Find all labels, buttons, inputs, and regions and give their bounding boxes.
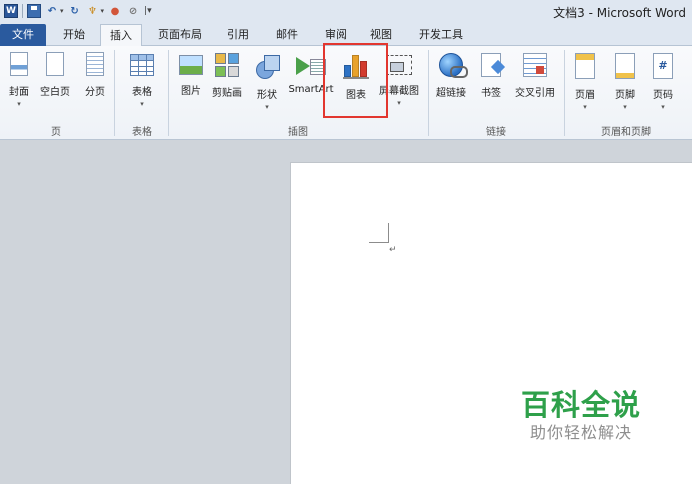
margin-crop-mark xyxy=(369,223,389,243)
window-title: 文档3 - Microsoft Word xyxy=(553,6,686,20)
tab-developer[interactable]: 开发工具 xyxy=(412,24,470,46)
cover-label: 封面 xyxy=(9,87,29,98)
tab-insert[interactable]: 插入 xyxy=(100,24,142,47)
blank-page-label: 空白页 xyxy=(40,87,70,98)
page-number-dropdown-icon: ▾ xyxy=(661,103,665,111)
undo-dropdown-icon[interactable]: ▾ xyxy=(60,7,64,15)
page-break-label: 分页 xyxy=(85,87,105,98)
tab-home[interactable]: 开始 xyxy=(56,24,92,46)
page-number-button[interactable]: # 页码 ▾ xyxy=(644,50,682,122)
bookmark-icon xyxy=(481,53,501,77)
header-label: 页眉 xyxy=(575,90,595,101)
group-separator xyxy=(114,50,115,136)
screenshot-icon xyxy=(386,55,412,75)
picture-label: 图片 xyxy=(181,86,201,97)
chart-highlight-box xyxy=(323,43,388,118)
table-icon xyxy=(130,54,154,76)
cover-button[interactable]: 封面 ▾ xyxy=(0,50,38,122)
table-label: 表格 xyxy=(132,87,152,98)
footer-icon xyxy=(615,53,635,79)
paragraph-mark: ↵ xyxy=(389,245,397,255)
cross-reference-button[interactable]: 交叉引用 xyxy=(510,50,560,122)
watermark-title: 百科全说 xyxy=(520,388,641,422)
clip-art-label: 剪贴画 xyxy=(212,88,242,99)
tab-file[interactable]: 文件 xyxy=(0,24,46,46)
clear-icon[interactable]: ⊘ xyxy=(126,4,140,18)
header-icon xyxy=(575,53,595,79)
cross-reference-icon xyxy=(523,53,547,77)
footer-label: 页脚 xyxy=(615,90,635,101)
clip-art-icon xyxy=(215,53,239,77)
group-header-footer: 页眉 ▾ 页脚 ▾ # 页码 ▾ 页眉和页脚 xyxy=(566,46,686,140)
shapes-label: 形状 xyxy=(257,90,277,101)
bookmark-label: 书签 xyxy=(481,88,501,99)
redo-icon[interactable]: ↻ xyxy=(68,4,82,18)
customize-qat-icon[interactable]: |▾ xyxy=(144,6,152,16)
word-logo-icon[interactable]: W xyxy=(4,4,18,18)
format-painter-icon[interactable]: ♆ xyxy=(86,4,100,18)
hyperlink-label: 超链接 xyxy=(436,88,466,99)
header-button[interactable]: 页眉 ▾ xyxy=(566,50,604,122)
title-bar: W ↶ ▾ ↻ ♆ ▾ ● ⊘ |▾ 文档3 - Microsoft Word xyxy=(0,0,692,22)
quick-access-toolbar: W ↶ ▾ ↻ ♆ ▾ ● ⊘ |▾ xyxy=(0,1,152,21)
cover-page-icon xyxy=(10,52,28,76)
watermark-subtitle: 助你轻松解决 xyxy=(529,423,632,442)
color-icon[interactable]: ● xyxy=(108,4,122,18)
bookmark-button[interactable]: 书签 xyxy=(472,50,510,122)
table-button[interactable]: 表格 ▾ xyxy=(123,50,161,122)
page-number-label: 页码 xyxy=(653,90,673,101)
shapes-icon xyxy=(254,53,280,79)
tab-mailings[interactable]: 邮件 xyxy=(268,24,306,46)
group-label-tables: 表格 xyxy=(132,127,152,138)
tab-page-layout[interactable]: 页面布局 xyxy=(152,24,208,46)
page-break-icon xyxy=(86,52,104,76)
group-label-links: 链接 xyxy=(486,127,506,138)
page-number-icon: # xyxy=(653,53,673,79)
group-label-header-footer: 页眉和页脚 xyxy=(601,127,651,138)
footer-button[interactable]: 页脚 ▾ xyxy=(606,50,644,122)
picture-icon xyxy=(179,55,203,75)
footer-dropdown-icon: ▾ xyxy=(623,103,627,111)
cross-reference-label: 交叉引用 xyxy=(515,88,555,99)
group-separator xyxy=(428,50,429,136)
hyperlink-globe-icon xyxy=(439,53,468,78)
group-separator xyxy=(564,50,565,136)
hyperlink-button[interactable]: 超链接 xyxy=(432,50,470,122)
clip-art-button[interactable]: 剪贴画 xyxy=(208,50,246,122)
table-dropdown-icon: ▾ xyxy=(140,100,144,108)
qat-separator xyxy=(22,4,23,18)
blank-page-icon xyxy=(46,52,64,76)
save-icon[interactable] xyxy=(27,4,41,18)
smartart-icon xyxy=(296,55,326,77)
undo-icon[interactable]: ↶ xyxy=(45,4,59,18)
group-label-pages: 页 xyxy=(51,127,61,138)
page-break-button[interactable]: 分页 xyxy=(76,50,114,122)
group-pages: 封面 ▾ 空白页 分页 页 xyxy=(0,46,112,140)
group-label-illustrations: 插图 xyxy=(288,127,308,138)
group-links: 超链接 书签 交叉引用 链接 xyxy=(430,46,562,140)
watermark: 百科全说 助你轻松解决 xyxy=(516,388,646,444)
group-tables: 表格 ▾ 表格 xyxy=(116,46,168,140)
cover-dropdown-icon: ▾ xyxy=(17,100,21,108)
header-dropdown-icon: ▾ xyxy=(583,103,587,111)
picture-button[interactable]: 图片 xyxy=(172,50,210,122)
format-painter-dropdown-icon[interactable]: ▾ xyxy=(101,7,105,15)
blank-page-button[interactable]: 空白页 xyxy=(36,50,74,122)
shapes-dropdown-icon: ▾ xyxy=(265,103,269,111)
shapes-button[interactable]: 形状 ▾ xyxy=(248,50,286,122)
tab-references[interactable]: 引用 xyxy=(220,24,256,46)
group-separator xyxy=(168,50,169,136)
